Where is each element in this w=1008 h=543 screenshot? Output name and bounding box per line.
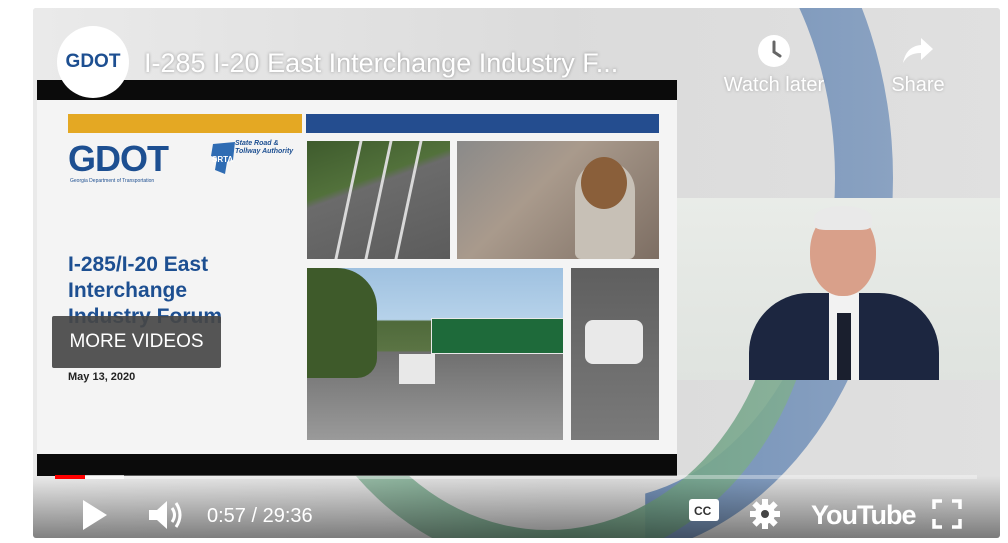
- settings-button[interactable]: [749, 498, 781, 530]
- video-title[interactable]: I-285 I-20 East Interchange Industry F..…: [144, 48, 704, 79]
- share-label: Share: [891, 74, 945, 96]
- video-player[interactable]: GDOT Georgia Department of Transportatio…: [33, 8, 1000, 538]
- gdot-logo: GDOT Georgia Department of Transportatio…: [68, 138, 198, 185]
- play-icon: [83, 500, 107, 530]
- photo-suv-on-road: [571, 268, 659, 440]
- volume-button[interactable]: [147, 498, 185, 532]
- more-videos-button[interactable]: MORE VIDEOS: [52, 316, 221, 368]
- srta-logo: SRTA State Road & Tollway Authority: [209, 140, 299, 184]
- gdot-logo-text: GDOT: [68, 138, 169, 179]
- photo-interstate-traffic: [307, 268, 563, 440]
- channel-avatar[interactable]: GDOT: [57, 26, 129, 98]
- share-arrow-icon: [863, 28, 973, 74]
- srta-badge-text: SRTA: [212, 155, 233, 164]
- slide-title-line-1: I-285/I-20 East: [68, 253, 209, 276]
- slide-gold-stripe: [68, 114, 302, 133]
- watch-later-button[interactable]: Watch later: [719, 28, 829, 97]
- share-button[interactable]: Share: [863, 28, 973, 97]
- gear-icon: [750, 499, 780, 529]
- play-button[interactable]: [79, 498, 109, 532]
- photo-map-review: [457, 141, 659, 259]
- srta-logo-text: State Road & Tollway Authority: [235, 140, 294, 155]
- cc-label: CC: [694, 504, 712, 518]
- youtube-logo[interactable]: YouTube: [811, 500, 916, 531]
- presentation-slide: GDOT Georgia Department of Transportatio…: [37, 80, 677, 476]
- cc-icon: CC: [689, 499, 719, 521]
- progress-played: [55, 475, 85, 479]
- clock-icon: [719, 28, 829, 74]
- gdot-logo-subtext: Georgia Department of Transportation: [70, 178, 155, 184]
- watch-later-label: Watch later: [723, 74, 825, 96]
- fullscreen-icon: [932, 499, 962, 529]
- volume-icon: [149, 501, 182, 529]
- slide-blue-stripe: [306, 114, 659, 133]
- progress-bar[interactable]: [55, 475, 977, 479]
- slide-title-line-2: Interchange: [68, 279, 188, 302]
- slide-bottom-bar: [37, 454, 677, 476]
- channel-avatar-text: GDOT: [65, 51, 121, 72]
- time-display: 0:57 / 29:36: [207, 505, 313, 527]
- captions-button[interactable]: CC: [688, 498, 720, 522]
- speaker-video-inset: [677, 198, 1000, 380]
- slide-date: May 13, 2020: [68, 371, 136, 383]
- fullscreen-button[interactable]: [931, 498, 963, 530]
- slide-top-bar: [37, 80, 677, 100]
- photo-highway-aerial: [307, 141, 450, 259]
